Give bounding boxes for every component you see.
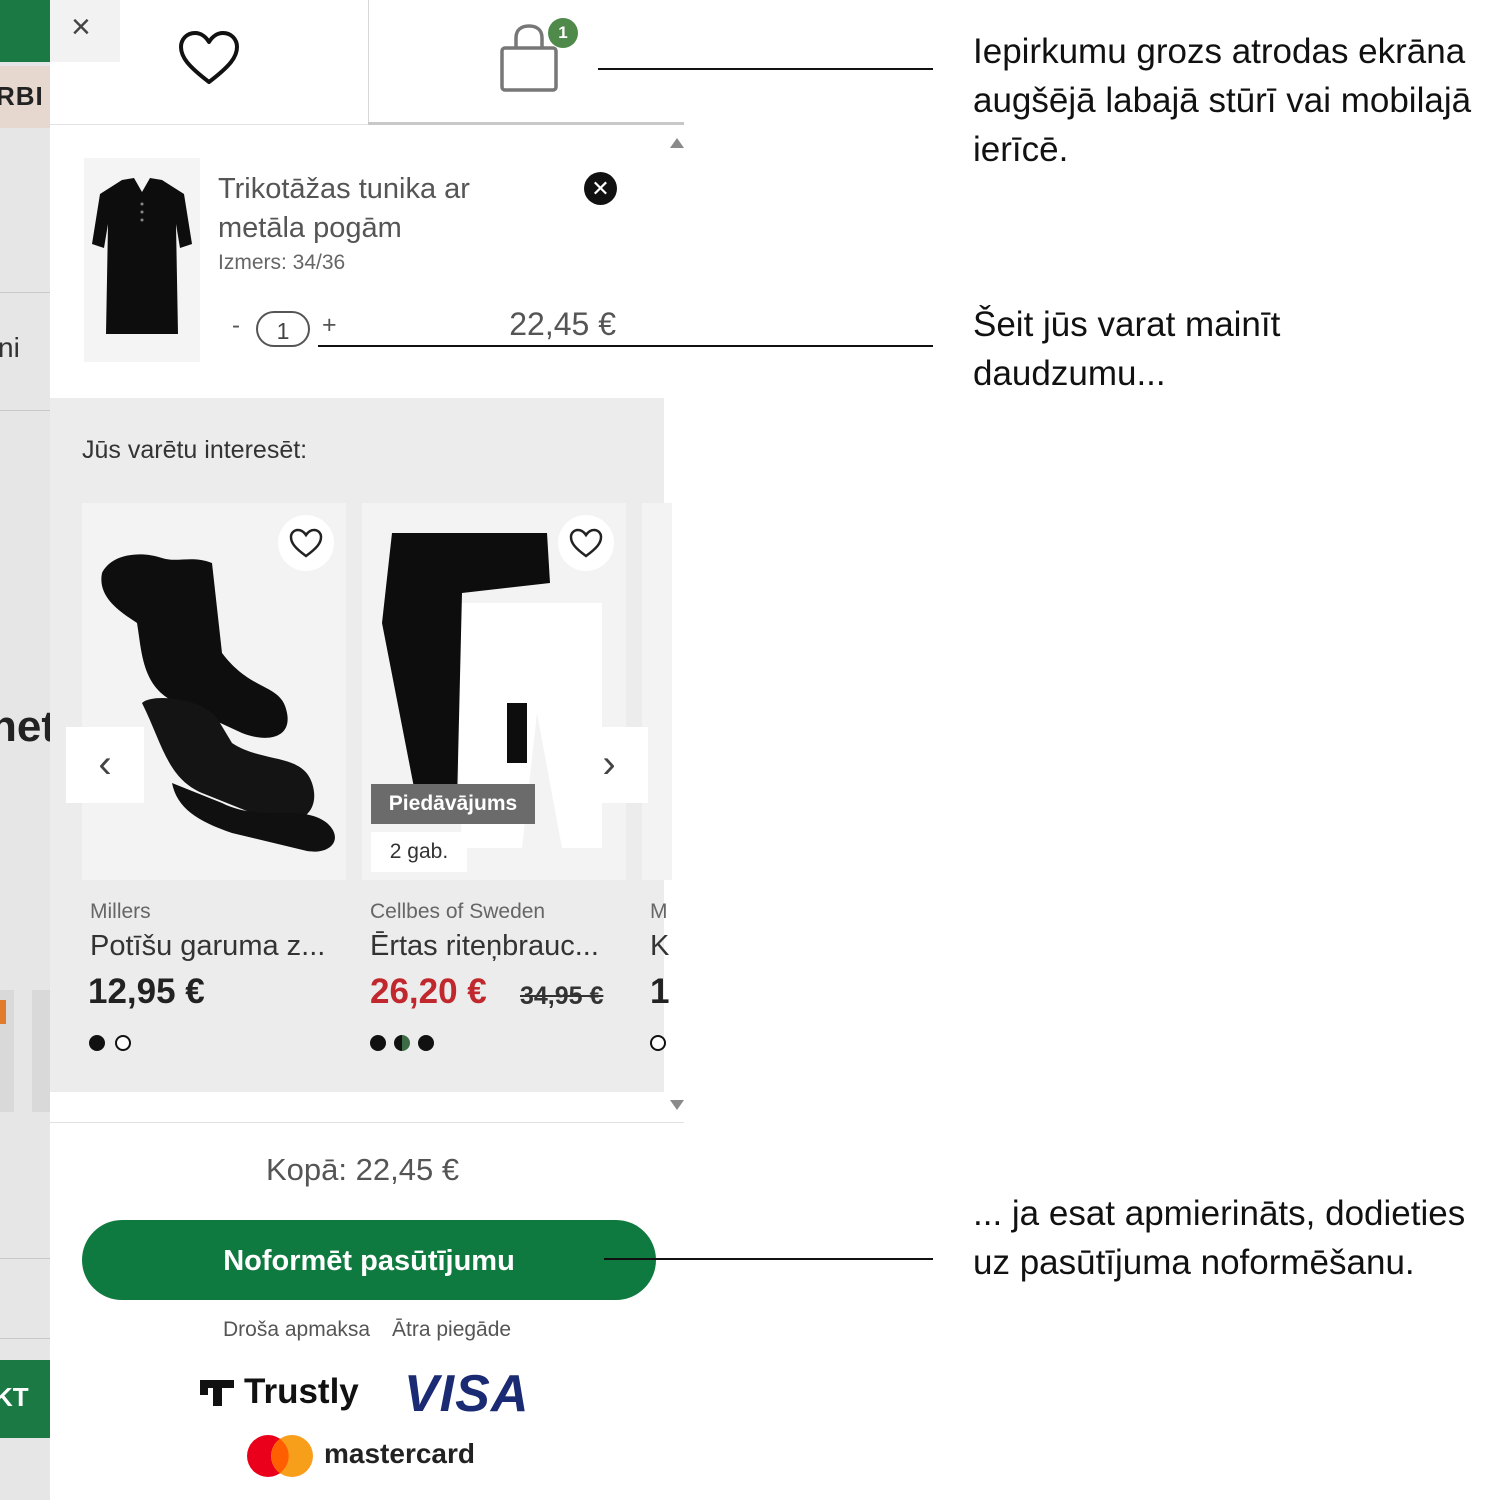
background-divider	[0, 1258, 50, 1259]
cart-item-price: 22,45 €	[509, 306, 616, 342]
color-swatch[interactable]	[418, 1035, 434, 1051]
wishlist-button[interactable]	[558, 515, 614, 571]
trustly-logo-mark	[200, 1380, 234, 1406]
wishlist-button[interactable]	[278, 515, 334, 571]
color-swatch[interactable]	[115, 1035, 131, 1051]
carousel-prev-button[interactable]: ‹	[66, 727, 144, 803]
cart-total: Kopā: 22,45 €	[266, 1152, 460, 1187]
cart-count-badge: 1	[548, 18, 578, 48]
annotation-quantity: Šeit jūs varat mainīt daudzumu...	[973, 305, 1281, 393]
color-swatch[interactable]	[370, 1035, 386, 1051]
product-brand: Cellbes of Sweden	[370, 900, 546, 923]
heart-icon[interactable]	[178, 30, 240, 86]
offer-badge: Piedāvājums	[371, 784, 535, 824]
quantity-increase-button[interactable]: +	[322, 311, 337, 340]
tunic-image	[92, 178, 192, 334]
close-icon: ×	[71, 8, 91, 46]
color-swatch[interactable]	[650, 1035, 666, 1051]
background-divider	[0, 292, 50, 293]
background-heading: net	[0, 702, 56, 751]
recommendations-title: Jūs varētu interesēt:	[82, 436, 308, 464]
product-old-price: 34,95 €	[520, 982, 604, 1010]
quantity-decrease-button[interactable]: -	[232, 312, 240, 340]
product-card-image[interactable]	[642, 503, 672, 880]
header-divider	[368, 0, 369, 124]
close-button[interactable]: ×	[50, 0, 120, 62]
mastercard-logo-mark	[247, 1435, 313, 1477]
cart-tab-underline	[368, 122, 684, 125]
remove-item-button[interactable]: ✕	[584, 172, 617, 205]
background-divider	[0, 410, 50, 411]
background-button-label: KT	[0, 1382, 29, 1412]
product-brand: Millers	[90, 900, 151, 923]
header-divider	[50, 124, 370, 125]
annotation-leader-line	[604, 1258, 933, 1260]
product-name[interactable]: Potīšu garuma z...	[90, 930, 325, 963]
scroll-down-arrow[interactable]	[670, 1100, 684, 1110]
scroll-up-arrow[interactable]	[670, 138, 684, 148]
heart-icon	[289, 528, 323, 558]
cart-item-title[interactable]: Trikotāžas tunika ar metāla pogām	[218, 170, 558, 248]
visa-logo: VISA	[404, 1365, 530, 1423]
annotation-cart-location: Iepirkumu grozs atrodas ekrāna augšējā l…	[973, 32, 1472, 169]
annotation-checkout: ... ja esat apmierināts, dodieties uz pa…	[973, 1194, 1466, 1282]
cart-item-size: Izmers: 34/36	[218, 251, 346, 274]
footer-divider	[50, 1122, 684, 1123]
carousel-next-button[interactable]: ›	[570, 727, 648, 803]
annotation-leader-line	[598, 68, 933, 70]
close-icon: ✕	[591, 176, 610, 201]
background-thumbnail	[32, 990, 50, 1112]
color-swatch[interactable]	[394, 1035, 410, 1051]
quantity-field[interactable]: 1	[256, 311, 310, 347]
product-price: 12,95 €	[88, 972, 205, 1011]
product-price: 1	[650, 972, 670, 1011]
background-text: ni	[0, 332, 20, 363]
chevron-right-icon: ›	[602, 742, 616, 786]
heart-icon	[569, 528, 603, 558]
product-brand: M	[650, 900, 668, 923]
background-nav-item: RBI	[0, 66, 50, 128]
background-nav-label: RBI	[0, 81, 44, 111]
background-button: KT	[0, 1360, 50, 1438]
color-swatch[interactable]	[89, 1035, 105, 1051]
background-accent	[0, 1000, 6, 1024]
pack-size-badge: 2 gab.	[371, 832, 467, 872]
product-name[interactable]: Ērtas riteņbrauc...	[370, 930, 599, 963]
checkout-button[interactable]: Noformēt pasūtījumu	[82, 1220, 656, 1300]
chevron-left-icon: ‹	[98, 742, 112, 786]
product-name[interactable]: K	[650, 930, 669, 963]
trust-fast-delivery: Ātra piegāde	[392, 1318, 512, 1341]
trustly-logo: Trustly	[244, 1372, 359, 1411]
mastercard-logo: mastercard	[324, 1438, 475, 1469]
product-sale-price: 26,20 €	[370, 972, 487, 1011]
product-image[interactable]	[84, 158, 200, 362]
background-header-bar	[0, 0, 50, 62]
background-divider	[0, 1338, 50, 1339]
trust-secure-payment: Droša apmaksa	[223, 1318, 371, 1341]
annotation-leader-line	[318, 345, 933, 347]
